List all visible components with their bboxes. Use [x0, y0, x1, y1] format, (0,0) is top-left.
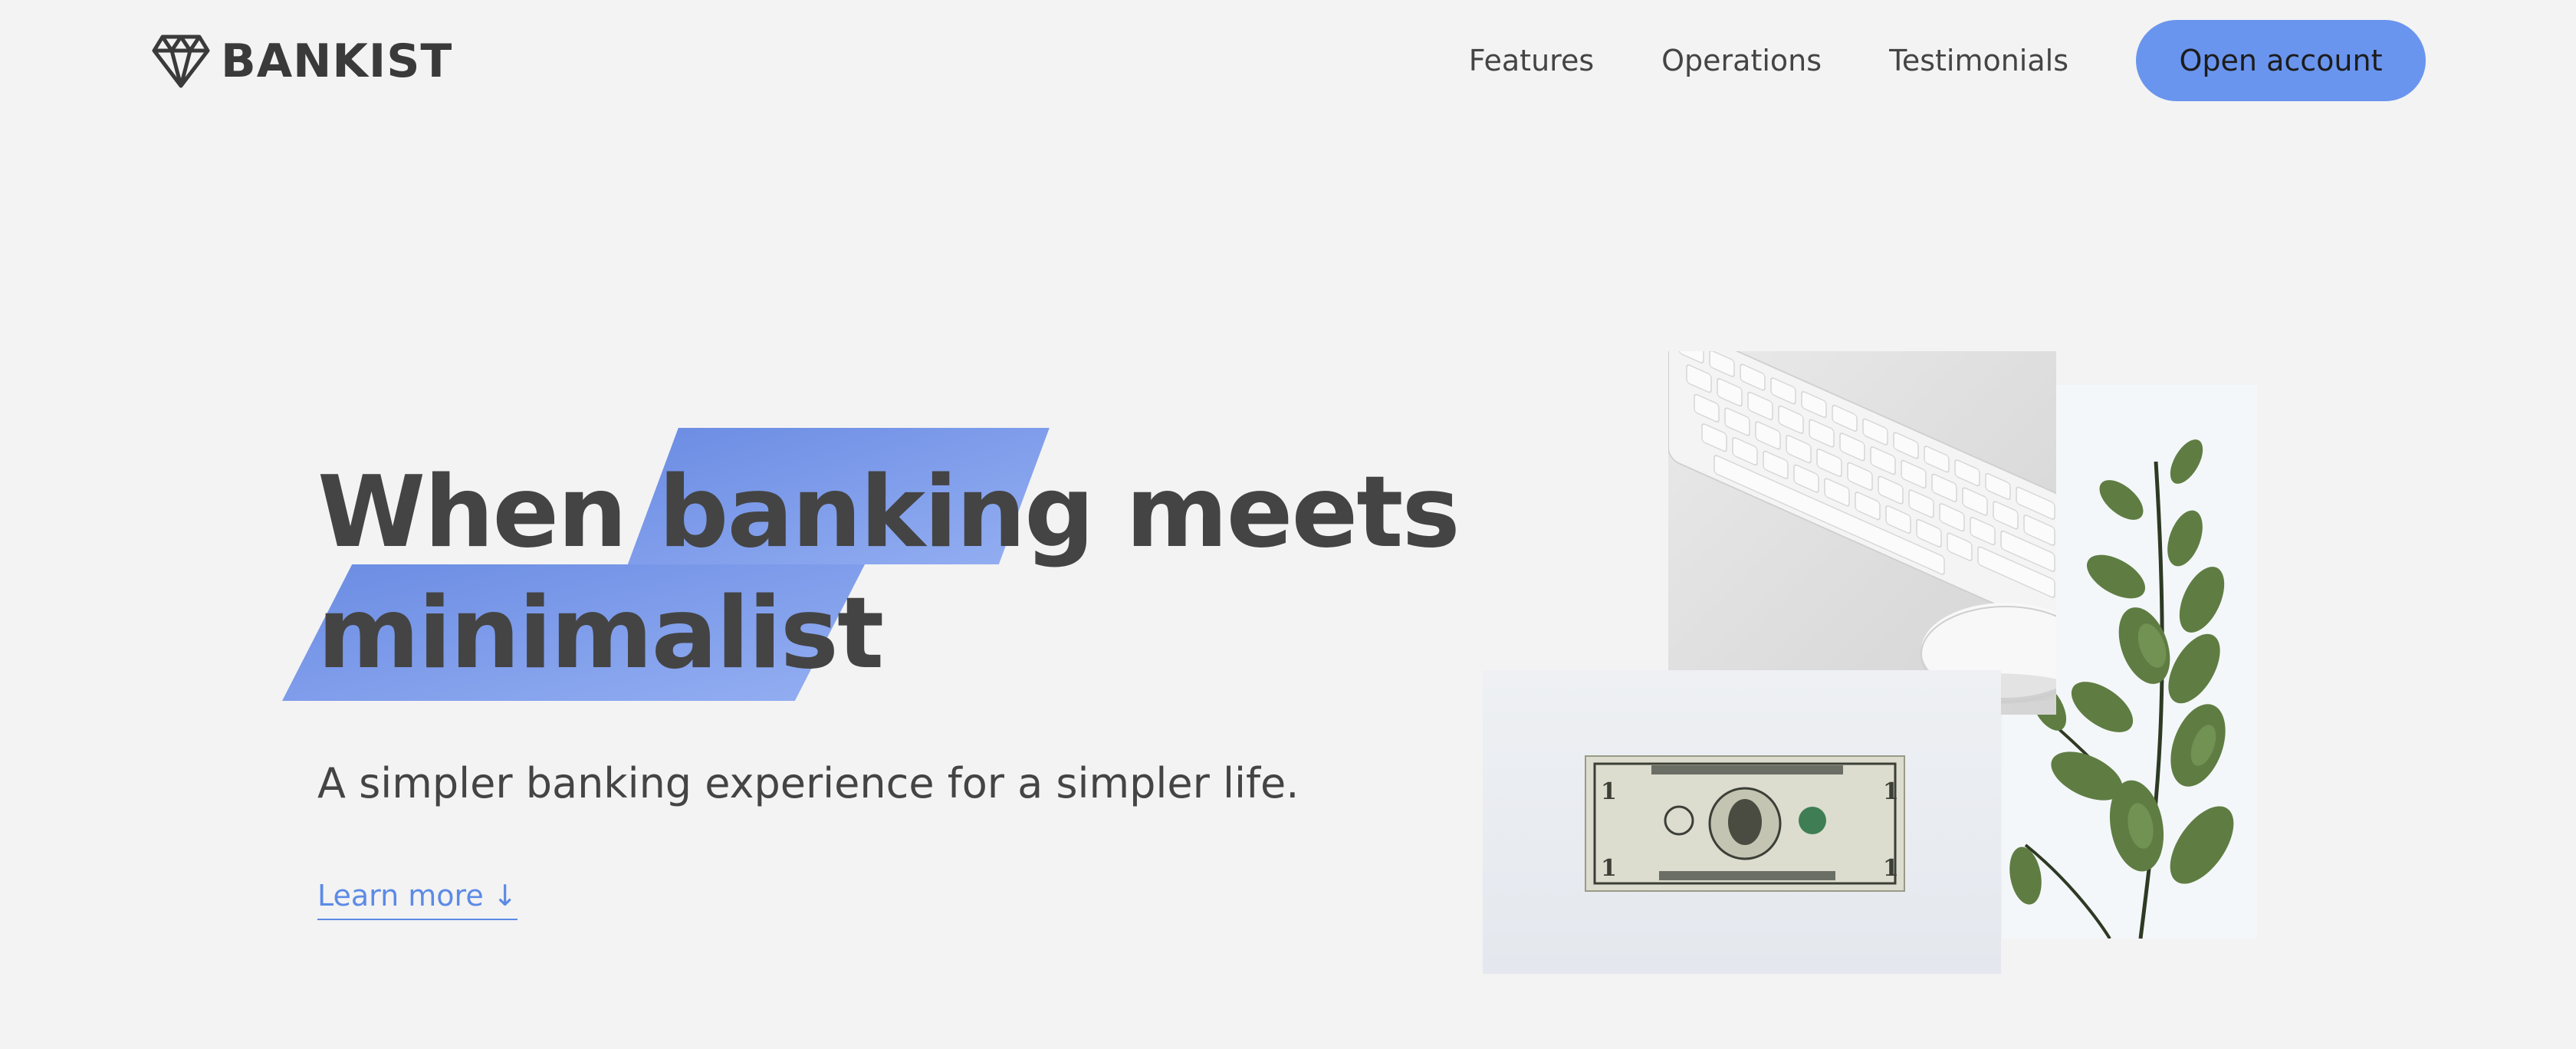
hero-subtitle: A simpler banking experience for a simpl…	[317, 759, 1300, 807]
nav-link-operations[interactable]: Operations	[1661, 44, 1822, 77]
hero-title-word-when: When	[317, 455, 627, 570]
hero-title-line-2: minimalist	[282, 564, 1459, 701]
nav-link-testimonials[interactable]: Testimonials	[1889, 44, 2068, 77]
svg-text:1: 1	[1601, 855, 1617, 882]
hero-title-highlight-minimalist: minimalist	[282, 564, 884, 701]
hero-title-word-banking: banking	[658, 455, 1095, 570]
learn-more-link[interactable]: Learn more ↓	[317, 879, 518, 920]
keyboard-photo	[1668, 351, 2056, 715]
brand-name: BANKIST	[221, 35, 453, 88]
diamond-icon	[152, 35, 210, 88]
hero-title: When banking meets minimalist	[282, 428, 1460, 701]
dollar-bill-photo: 1 1 1 1	[1483, 670, 2001, 974]
open-account-button[interactable]: Open account	[2136, 20, 2426, 101]
nav-links: Features Operations Testimonials Open ac…	[1469, 20, 2426, 101]
hero-title-line-1: When banking meets	[317, 428, 1460, 574]
brand-logo[interactable]: BANKIST	[152, 32, 452, 90]
svg-text:1: 1	[1601, 778, 1617, 805]
svg-text:1: 1	[1883, 778, 1899, 805]
hero-title-highlight-banking: banking	[627, 428, 1095, 574]
hero-image: 1 1 1 1	[1481, 350, 2263, 974]
hero-title-word-meets: meets	[1125, 455, 1460, 570]
hero-title-word-minimalist: minimalist	[317, 577, 884, 691]
top-navigation: BANKIST Features Operations Testimonials…	[0, 0, 2576, 120]
svg-text:1: 1	[1883, 855, 1899, 882]
nav-link-features[interactable]: Features	[1469, 44, 1594, 77]
